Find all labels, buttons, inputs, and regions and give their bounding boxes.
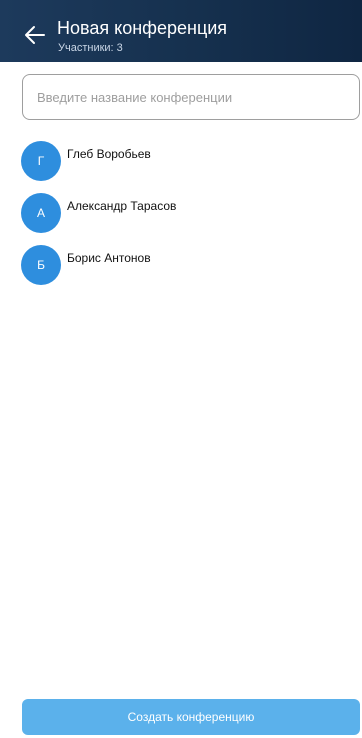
participant-item[interactable]: Б Борис Антонов	[0, 240, 362, 292]
participant-name: Глеб Воробьев	[67, 147, 151, 161]
participant-item[interactable]: Г Глеб Воробьев	[0, 136, 362, 188]
participants-count: Участники: 3	[58, 42, 123, 54]
avatar: А	[21, 193, 61, 233]
participant-name: Борис Антонов	[67, 251, 151, 265]
create-conference-button[interactable]: Создать конференцию	[22, 699, 360, 735]
avatar: Г	[21, 141, 61, 181]
page-title: Новая конференция	[57, 18, 228, 38]
participant-name: Александр Тарасов	[67, 199, 177, 213]
participants-list: Г Глеб Воробьев А Александр Тарасов Б Бо…	[0, 136, 362, 292]
participant-item[interactable]: А Александр Тарасов	[0, 188, 362, 240]
avatar: Б	[21, 245, 61, 285]
app-header: Новая конференция Участники: 3	[0, 0, 362, 62]
conference-name-input[interactable]	[22, 74, 360, 120]
back-arrow-icon[interactable]	[24, 24, 46, 46]
